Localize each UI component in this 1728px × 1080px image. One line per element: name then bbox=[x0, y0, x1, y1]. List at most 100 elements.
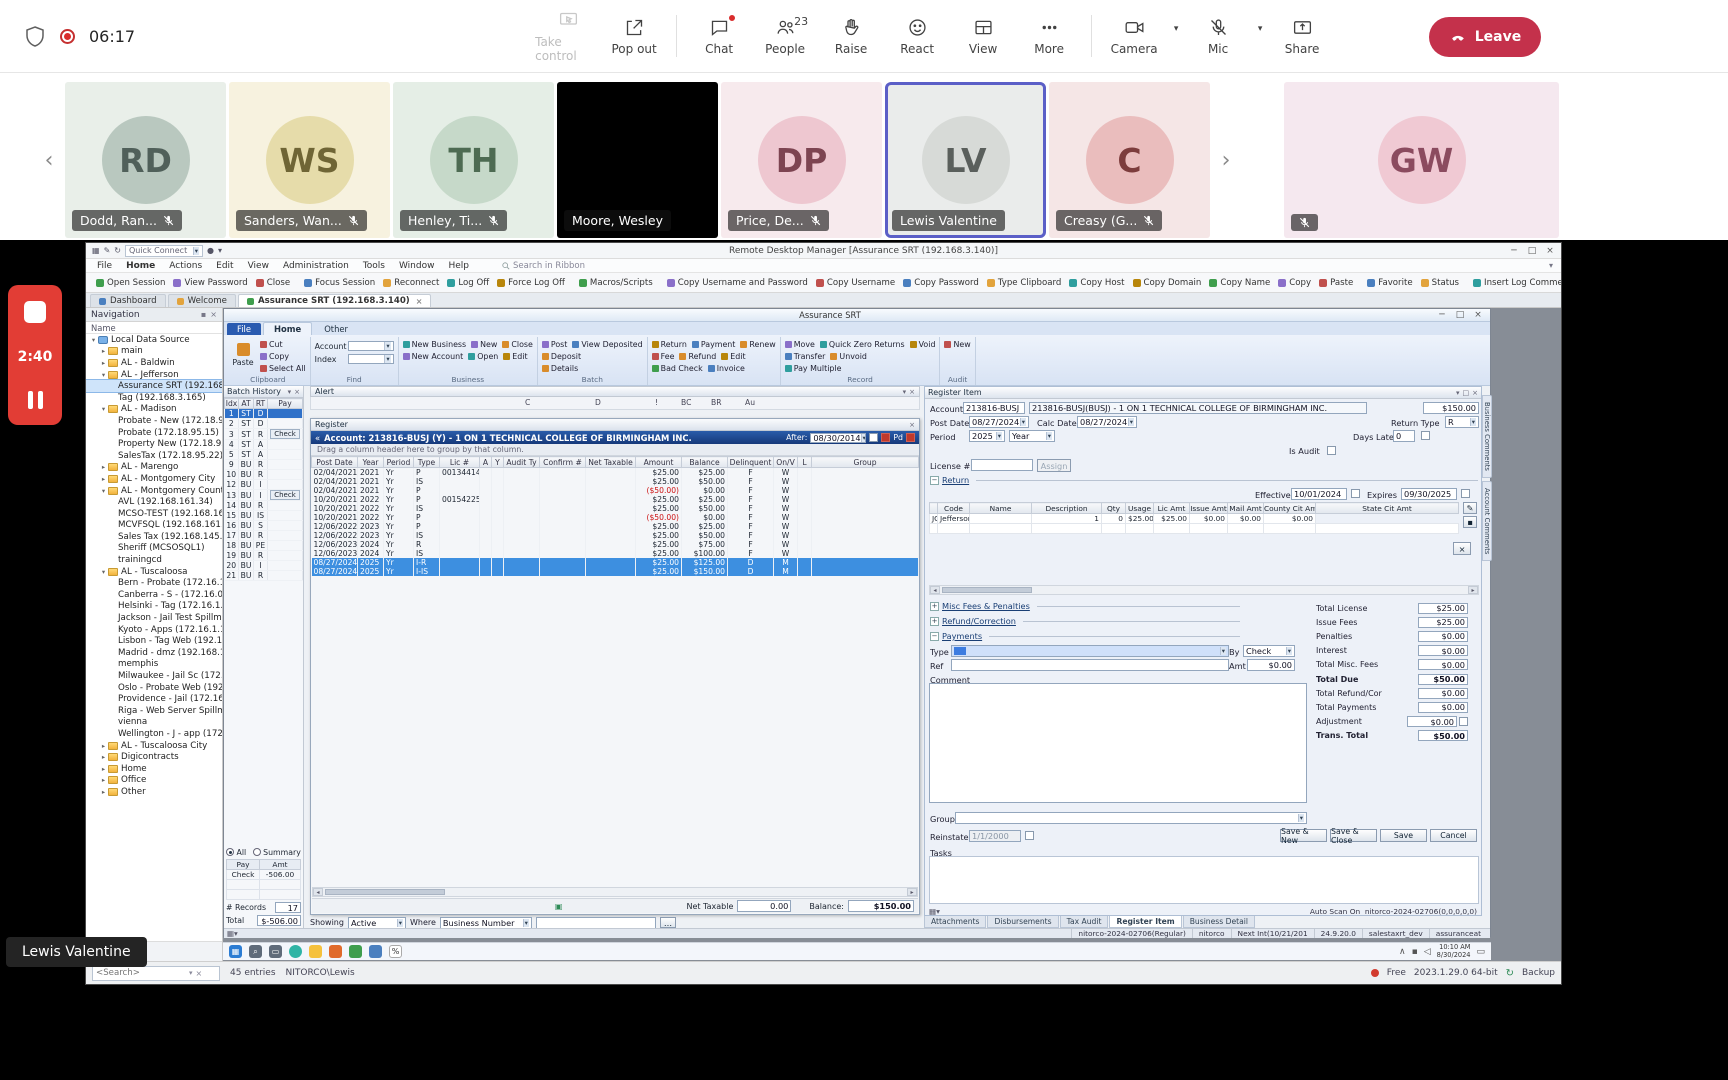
edit-button[interactable]: Edit bbox=[503, 351, 527, 362]
return-type-select[interactable]: R bbox=[1445, 416, 1479, 428]
item-grid-column-header[interactable]: Code bbox=[938, 503, 970, 514]
rdm-menu-view[interactable]: View bbox=[241, 261, 276, 271]
app-tab-home[interactable]: Home bbox=[263, 322, 312, 335]
account-combo[interactable] bbox=[348, 341, 394, 351]
register-column-header[interactable]: Confirm # bbox=[540, 457, 586, 468]
app-tab-file[interactable]: File bbox=[227, 323, 261, 335]
new-business-button[interactable]: New Business bbox=[403, 339, 467, 350]
tree-item[interactable]: Kyoto - Apps (172.16.1.160) bbox=[86, 624, 222, 636]
rdm-ribbon-copy-name-button[interactable]: Copy Name bbox=[1205, 276, 1274, 290]
tree-item[interactable]: Milwaukee - Jail Sc (172.16.1.1... bbox=[86, 670, 222, 682]
participant-tile[interactable]: DPPrice, De... bbox=[721, 82, 882, 238]
register-column-header[interactable]: Group bbox=[812, 457, 919, 468]
pay-multiple-button[interactable]: Pay Multiple bbox=[785, 363, 842, 374]
collapse-section-icon[interactable]: − bbox=[930, 632, 939, 641]
batch-row[interactable]: 13BUICheck bbox=[225, 490, 303, 501]
strip-next-button[interactable]: › bbox=[1213, 145, 1239, 175]
rdm-menu-home[interactable]: Home bbox=[119, 261, 162, 271]
scroll-left-icon[interactable]: ◂ bbox=[313, 888, 323, 896]
filter-summary-radio[interactable] bbox=[253, 848, 261, 856]
effective-checkbox[interactable] bbox=[1351, 489, 1360, 498]
dropdown-icon[interactable]: ▾ bbox=[903, 388, 907, 396]
rdm-ribbon-log-off-button[interactable]: Log Off bbox=[443, 276, 493, 290]
bad-check-button[interactable]: Bad Check bbox=[652, 363, 703, 374]
tree-item[interactable]: Jackson - Jail Test Spillman (17... bbox=[86, 612, 222, 624]
register-column-header[interactable]: Period bbox=[384, 457, 414, 468]
post-button[interactable]: Post bbox=[542, 339, 568, 350]
pin-icon[interactable]: ▪ bbox=[201, 310, 206, 319]
payment-type-select[interactable] bbox=[951, 645, 1229, 657]
panel-menu-icon[interactable]: ▦▾ bbox=[929, 907, 940, 916]
new-button[interactable]: New bbox=[471, 339, 497, 350]
tree-item[interactable]: MCVFSQL (192.168.161.37) bbox=[86, 520, 222, 532]
edit-button[interactable]: Edit bbox=[721, 351, 745, 362]
rdm-ribbon-copy-domain-button[interactable]: Copy Domain bbox=[1129, 276, 1206, 290]
batch-row[interactable]: 10BUR bbox=[225, 470, 303, 480]
register-row[interactable]: 02/04/20212021YrP00134414$25.00$25.00FW bbox=[312, 468, 919, 478]
void-button[interactable]: Void bbox=[910, 339, 936, 350]
tree-item[interactable]: Wellington - J - app (172.16.0... bbox=[86, 728, 222, 740]
people-button[interactable]: 23 People bbox=[752, 17, 818, 56]
batch-column-header[interactable]: RT bbox=[254, 399, 268, 409]
batch-row[interactable]: 14BUR bbox=[225, 501, 303, 511]
rdm-menu-tools[interactable]: Tools bbox=[356, 261, 392, 271]
tree-item[interactable]: memphis bbox=[86, 659, 222, 671]
register-row[interactable]: 12/06/20232024YrR$25.00$75.00FW bbox=[312, 540, 919, 549]
item-grid-column-header[interactable]: Description bbox=[1032, 503, 1102, 514]
search-clear-icon[interactable]: × bbox=[196, 969, 203, 978]
rdm-ribbon-status-button[interactable]: Status bbox=[1417, 276, 1463, 290]
batch-row[interactable]: 19BUR bbox=[225, 551, 303, 561]
collapse-section-icon[interactable]: − bbox=[930, 476, 939, 485]
view-deposited-button[interactable]: View Deposited bbox=[572, 339, 642, 350]
leave-button[interactable]: Leave bbox=[1429, 17, 1541, 57]
participant-tile[interactable]: WSSanders, Wan... bbox=[229, 82, 390, 238]
move-button[interactable]: Move bbox=[785, 339, 815, 350]
batch-column-header[interactable]: AT bbox=[239, 399, 254, 409]
maximize-button[interactable]: □ bbox=[1523, 246, 1541, 256]
effective-input[interactable]: 10/01/2024 bbox=[1291, 488, 1347, 500]
save-button[interactable]: Save bbox=[1380, 829, 1427, 842]
register-row[interactable]: 12/06/20222023YrP$25.00$25.00FW bbox=[312, 522, 919, 531]
bottom-tab-disbursements[interactable]: Disbursements bbox=[987, 916, 1058, 928]
batch-row[interactable]: 9BUR bbox=[225, 460, 303, 470]
start-icon[interactable]: ▦ bbox=[229, 945, 242, 958]
copy-button[interactable]: Copy bbox=[260, 351, 289, 362]
view-button[interactable]: View bbox=[950, 17, 1016, 56]
tree-item[interactable]: ▾Local Data Source bbox=[86, 334, 222, 346]
participant-tile[interactable]: Moore, Wesley bbox=[557, 82, 718, 238]
tree-expander-icon[interactable]: ▸ bbox=[99, 463, 108, 471]
after-checkbox[interactable] bbox=[869, 433, 878, 442]
batch-row[interactable]: 2STD bbox=[225, 419, 303, 429]
tree-item[interactable]: ▾AL - Jefferson bbox=[86, 369, 222, 381]
taskbar-clock[interactable]: 10:10 AM8/30/2024 bbox=[1437, 944, 1471, 959]
collapse-icon[interactable]: « bbox=[315, 433, 320, 443]
tree-item[interactable]: Madrid - dmz (192.168.100.35) bbox=[86, 647, 222, 659]
rdm-menu-window[interactable]: Window bbox=[392, 261, 442, 271]
bottom-tab-register-item[interactable]: Register Item bbox=[1109, 916, 1181, 928]
batch-row[interactable]: 16BUS bbox=[225, 521, 303, 531]
fee-button[interactable]: Fee bbox=[652, 351, 675, 362]
quick-connect-combo[interactable]: Quick Connect bbox=[125, 245, 203, 257]
showing-select[interactable]: Active bbox=[348, 917, 406, 929]
misc-fees-section[interactable]: + Misc Fees & Penalties bbox=[930, 601, 1240, 611]
register-row[interactable]: 10/20/20212022YrIS$25.00$50.00FW bbox=[312, 504, 919, 513]
tree-item[interactable]: Sheriff (MCSOSQL1) bbox=[86, 543, 222, 555]
details-button[interactable]: Details bbox=[542, 363, 578, 374]
rdm-ribbon-insert-log-comment-button[interactable]: Insert Log Comment bbox=[1469, 276, 1561, 290]
item-grid-column-header[interactable]: Name bbox=[970, 503, 1032, 514]
tree-expander-icon[interactable]: ▾ bbox=[99, 487, 108, 495]
refresh-icon[interactable]: ↻ bbox=[114, 246, 121, 255]
period-unit-select[interactable]: Year bbox=[1009, 430, 1055, 442]
register-column-header[interactable]: Net Taxable bbox=[586, 457, 636, 468]
item-hscrollbar[interactable]: ◂ ▸ bbox=[929, 585, 1479, 595]
register-column-header[interactable]: Lic # bbox=[440, 457, 480, 468]
item-grid-column-header[interactable]: Issue Amt bbox=[1190, 503, 1228, 514]
item-grid-column-header[interactable]: State Cit Amt bbox=[1316, 503, 1459, 514]
close-icon[interactable]: × bbox=[294, 388, 300, 396]
adjustment-checkbox[interactable] bbox=[1459, 717, 1468, 726]
tree-item[interactable]: ▸AL - Baldwin bbox=[86, 357, 222, 369]
percent-app-icon[interactable]: % bbox=[389, 945, 402, 958]
expires-input[interactable]: 09/30/2025 bbox=[1401, 488, 1457, 500]
reinstate-input[interactable]: 1/1/2000 bbox=[969, 830, 1021, 842]
raise-hand-button[interactable]: Raise bbox=[818, 17, 884, 56]
